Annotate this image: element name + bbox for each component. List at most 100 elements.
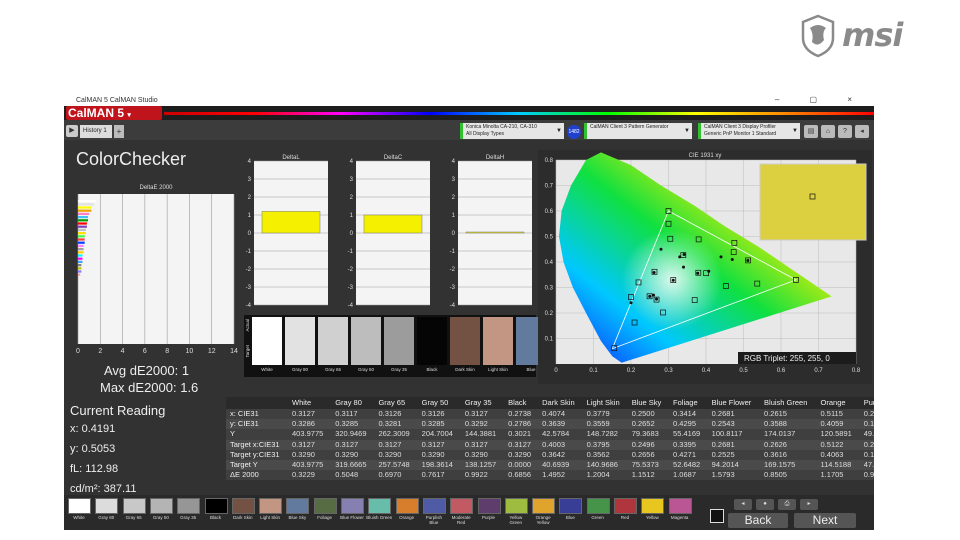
table-cell: 0.4271 xyxy=(669,449,708,460)
palette-swatch[interactable] xyxy=(641,498,665,514)
table-cell: 0.3021 xyxy=(504,429,539,440)
measured-point xyxy=(652,271,656,275)
meter-selector[interactable]: Konica Minolta CA-210, CA-310 All Displa… xyxy=(460,123,564,139)
back-button[interactable]: Back xyxy=(728,513,788,528)
table-cell: 320.9469 xyxy=(331,429,375,440)
palette-swatch[interactable] xyxy=(204,498,228,514)
swatch xyxy=(483,317,513,365)
table-cell: 0.3290 xyxy=(504,449,539,460)
palette-swatch[interactable] xyxy=(259,498,283,514)
display-selector[interactable]: CalMAN Client 3 Display Profiler Generic… xyxy=(698,123,800,139)
next-small-button[interactable]: ▸ xyxy=(800,499,818,510)
y-tick-label: -1 xyxy=(450,249,456,255)
swatch xyxy=(417,317,447,365)
brand-name: CalMAN 5 xyxy=(68,106,125,120)
pattern-generator-selector[interactable]: CalMAN Client 3 Pattern Generator ▼ xyxy=(584,123,692,139)
print-button[interactable]: ⎙ xyxy=(778,499,796,510)
home-button[interactable]: ⌂ xyxy=(821,125,835,138)
palette-swatch[interactable] xyxy=(532,498,556,514)
table-cell: 257.5748 xyxy=(374,459,418,471)
table-cell: 1.4952 xyxy=(538,470,583,481)
table-cell: 114.5188 xyxy=(816,459,860,471)
bar xyxy=(261,211,321,234)
palette-swatch[interactable] xyxy=(586,498,610,514)
table-cell: 0.3127 xyxy=(504,439,539,450)
table-cell: 0.3286 xyxy=(288,419,332,430)
palette-swatch[interactable] xyxy=(122,498,146,514)
y-tick-label: 2 xyxy=(248,195,252,201)
palette-swatch[interactable] xyxy=(504,498,528,514)
palette-swatch[interactable] xyxy=(286,498,310,514)
palette-swatch[interactable] xyxy=(559,498,583,514)
record-button[interactable]: ● xyxy=(756,499,774,510)
y-tick-label: 0.2 xyxy=(545,311,554,317)
table-cell: 0.2681 xyxy=(707,439,761,450)
table-cell: 42.5784 xyxy=(538,429,583,440)
table-cell: 403.9775 xyxy=(288,429,332,440)
table-cell: 0.21 xyxy=(859,409,874,420)
tab-history-1[interactable]: History 1 xyxy=(80,125,112,138)
palette-label: Blue Sky xyxy=(288,515,307,520)
y-tick-label: -2 xyxy=(246,267,252,273)
palette-swatch[interactable] xyxy=(95,498,119,514)
palette-label: Bluish Green xyxy=(366,515,393,520)
table-cell: 0.3127 xyxy=(331,439,375,450)
chart-title: DeltaH xyxy=(486,155,504,161)
meter-type: All Display Types xyxy=(466,131,504,137)
layout-button[interactable]: ▤ xyxy=(804,125,818,138)
table-cell: 52.6482 xyxy=(669,459,708,471)
table-cell: 0.3127 xyxy=(288,439,332,450)
y-tick-label: 0.1 xyxy=(545,337,554,343)
bar xyxy=(78,219,89,222)
next-button[interactable]: Next xyxy=(794,513,856,528)
table-cell: 403.9775 xyxy=(288,459,332,471)
table-cell: 0.3290 xyxy=(331,449,375,460)
calman-menu-button[interactable]: CalMAN 5 ▾ xyxy=(66,106,162,120)
table-cell: 148.7282 xyxy=(582,429,628,440)
palette-swatch[interactable] xyxy=(395,498,419,514)
bar xyxy=(78,273,81,276)
table-row: y: CIE31 0.3286 0.3285 0.3281 0.3285 0.3292 0.… xyxy=(226,419,874,430)
table-cell: 0.3229 xyxy=(288,470,332,481)
msi-dragon-shield-icon xyxy=(801,14,835,58)
y-tick-label: -2 xyxy=(450,267,456,273)
current-x: x: 0.4191 xyxy=(70,423,116,435)
palette-swatch[interactable] xyxy=(68,498,91,514)
chevron-down-icon: ▼ xyxy=(556,128,562,134)
add-tab-button[interactable]: + xyxy=(114,125,124,138)
palette-swatch[interactable] xyxy=(450,498,474,514)
palette-swatch[interactable] xyxy=(477,498,501,514)
table-cell: 0.2525 xyxy=(707,449,761,460)
palette-swatch[interactable] xyxy=(177,498,201,514)
table-row: Target y:CIE31 0.3290 0.3290 0.3290 0.3290 0.… xyxy=(226,449,874,460)
help-button[interactable]: ? xyxy=(838,125,852,138)
palette-swatch[interactable] xyxy=(368,498,392,514)
table-cell: 0.3639 xyxy=(538,419,583,430)
bar xyxy=(465,231,525,234)
window-controls[interactable]: – ▢ × xyxy=(775,95,866,104)
table-cell: 0.5122 xyxy=(816,439,860,450)
msi-logo-text: msi xyxy=(842,16,903,54)
meter-badge[interactable]: 1482 xyxy=(567,125,581,139)
palette-swatch[interactable] xyxy=(422,498,446,514)
palette-swatch[interactable] xyxy=(149,498,173,514)
stop-button[interactable] xyxy=(710,509,724,523)
nav-bar: ◂ ● ⎙ ▸ Back Next xyxy=(704,495,874,530)
swatch-label: Gray 35 xyxy=(390,367,407,372)
palette-swatch[interactable] xyxy=(614,498,637,514)
prev-small-button[interactable]: ◂ xyxy=(734,499,752,510)
rainbow-stripe xyxy=(164,112,874,115)
current-reading-title: Current Reading xyxy=(70,403,166,418)
palette-swatch[interactable] xyxy=(341,498,364,514)
table-cell: 0.4295 xyxy=(669,419,708,430)
palette-swatch[interactable] xyxy=(231,498,255,514)
palette-swatch[interactable] xyxy=(313,498,337,514)
table-header: White Gray 80 Gray 65 Gray 50 Gray 35 Black Da… xyxy=(226,397,874,409)
palette-label: Purple xyxy=(481,515,495,520)
palette-swatch[interactable] xyxy=(668,498,692,514)
collapse-button[interactable]: ◂ xyxy=(855,125,869,138)
bar xyxy=(78,254,83,257)
table-cell: 40.6939 xyxy=(538,459,583,471)
play-button[interactable]: ▶ xyxy=(66,125,78,137)
table-cell: 0.3559 xyxy=(582,419,628,430)
